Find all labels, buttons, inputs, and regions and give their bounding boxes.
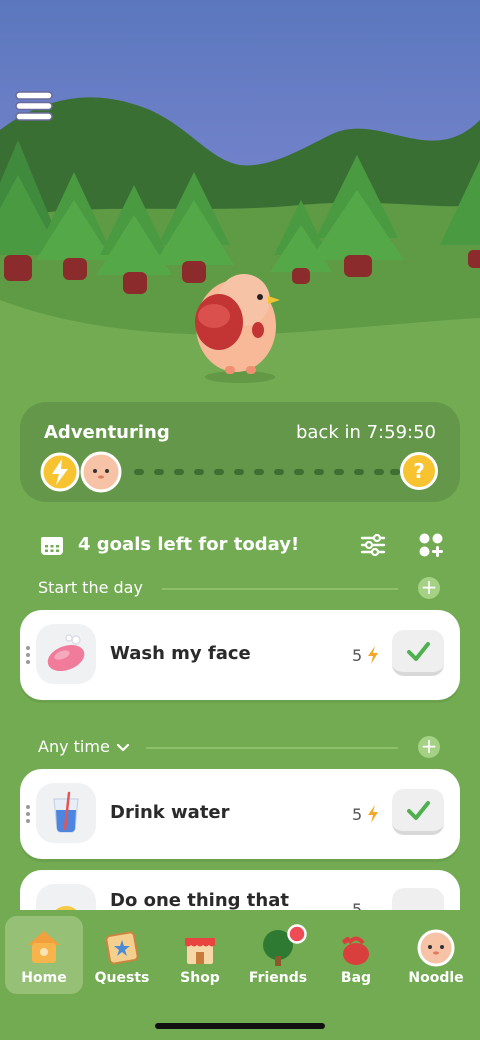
- adventure-scene: [0, 0, 480, 400]
- bottom-tab-bar: Home Quests Shop Friends Bag Noodle: [0, 910, 480, 1040]
- grid-add-icon[interactable]: [418, 532, 444, 558]
- goals-header: 4 goals left for today!: [38, 530, 448, 560]
- adventure-title: Adventuring: [44, 422, 170, 443]
- goals-remaining-text: 4 goals left for today!: [78, 534, 300, 555]
- goal-title: Do one thing that: [110, 890, 289, 911]
- goal-title: Wash my face: [110, 643, 251, 664]
- lightning-icon: [40, 452, 80, 492]
- noodle-face-icon: [80, 451, 122, 493]
- checkmark-icon: [407, 801, 430, 820]
- tab-label: Noodle: [408, 970, 464, 986]
- section-divider: [162, 588, 398, 590]
- section-divider: [146, 747, 398, 749]
- home-indicator: [155, 1023, 325, 1029]
- section-any-time[interactable]: Any time +: [38, 735, 444, 759]
- tab-bag[interactable]: Bag: [317, 916, 395, 994]
- calendar-icon: [41, 537, 63, 555]
- complete-goal-button[interactable]: [392, 630, 444, 676]
- menu-icon[interactable]: [14, 90, 54, 122]
- tab-quests[interactable]: Quests: [83, 916, 161, 994]
- tab-noodle[interactable]: Noodle: [397, 916, 475, 994]
- complete-goal-button[interactable]: [392, 789, 444, 835]
- tab-label: Home: [21, 970, 67, 986]
- forest-landscape-illustration: [0, 0, 480, 400]
- tab-label: Friends: [248, 970, 308, 986]
- bag-icon: [342, 936, 369, 965]
- goal-points: 5: [352, 646, 363, 665]
- add-goal-button[interactable]: +: [418, 577, 440, 599]
- tab-shop[interactable]: Shop: [161, 916, 239, 994]
- question-icon[interactable]: ?: [400, 452, 438, 490]
- goal-card[interactable]: Drink water 5: [20, 769, 460, 859]
- tab-label: Bag: [340, 970, 372, 986]
- section-label: Any time: [38, 737, 110, 756]
- home-icon: [28, 931, 60, 963]
- tab-friends[interactable]: Friends: [239, 916, 317, 994]
- progress-trail: [134, 469, 400, 475]
- tab-label: Shop: [180, 970, 220, 986]
- tab-label: Quests: [94, 970, 150, 986]
- chevron-down-icon[interactable]: [116, 735, 130, 759]
- lightning-icon: [368, 646, 378, 664]
- notification-badge-icon: [287, 924, 307, 944]
- drag-handle-icon[interactable]: [25, 645, 31, 665]
- goal-card[interactable]: Wash my face 5: [20, 610, 460, 700]
- section-label: Start the day: [38, 578, 143, 597]
- goal-title: Drink water: [110, 802, 230, 823]
- noodle-icon: [417, 929, 455, 967]
- drag-handle-icon[interactable]: [25, 804, 31, 824]
- section-start-the-day: Start the day +: [38, 576, 444, 600]
- checkmark-icon: [407, 642, 430, 661]
- tab-home[interactable]: Home: [5, 916, 83, 994]
- lightning-icon: [368, 805, 378, 823]
- goal-points: 5: [352, 805, 363, 824]
- shop-icon: [185, 938, 215, 964]
- soap-icon: [36, 624, 96, 684]
- water-glass-icon: [36, 783, 96, 843]
- quests-icon: [105, 931, 139, 965]
- filter-sliders-icon[interactable]: [360, 532, 386, 558]
- adventure-status-card[interactable]: Adventuring back in 7:59:50 ?: [20, 402, 460, 502]
- adventure-timer: back in 7:59:50: [295, 422, 436, 443]
- add-goal-button[interactable]: +: [418, 736, 440, 758]
